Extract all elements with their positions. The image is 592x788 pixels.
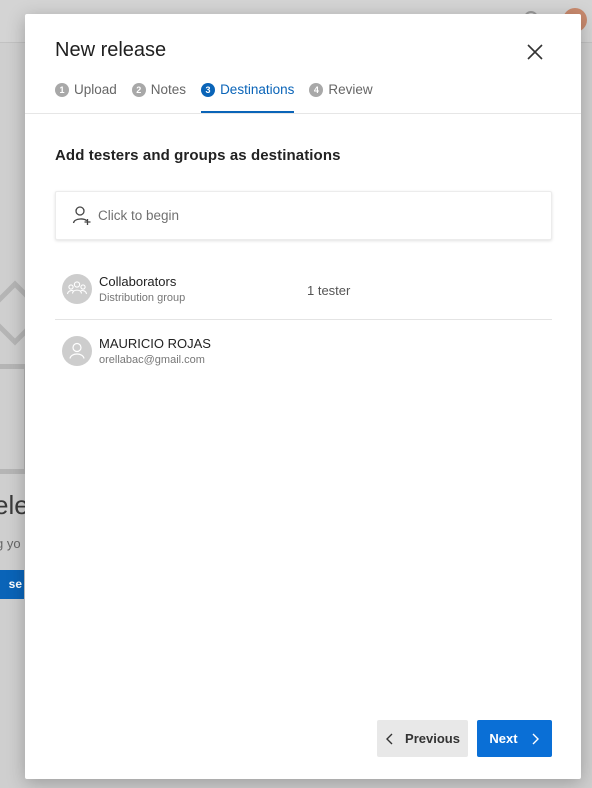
chevron-right-icon: [532, 733, 539, 744]
step-number: 2: [131, 83, 146, 97]
search-placeholder: Click to begin: [98, 208, 180, 223]
step-label: Notes: [150, 82, 187, 97]
destination-subtitle: orellabac@gmail.com: [99, 354, 205, 366]
destination-name: MAURICIO ROJAS: [99, 336, 211, 351]
destination-row[interactable]: MAURICIO ROJAS orellabac@gmail.com: [55, 321, 552, 381]
close-button[interactable]: [523, 40, 547, 64]
background-button: se: [0, 570, 24, 599]
person-icon: [69, 342, 85, 359]
background-subtitle: g yo: [0, 536, 21, 551]
step-destinations[interactable]: 3 Destinations: [201, 80, 295, 113]
step-notes[interactable]: 2 Notes: [131, 80, 187, 113]
person-avatar: [62, 336, 92, 366]
dialog-title: New release: [55, 39, 167, 61]
header-divider: [25, 113, 581, 114]
step-label: Upload: [74, 82, 117, 97]
step-number: 1: [55, 83, 69, 97]
chevron-left-icon: [386, 733, 393, 744]
next-label: Next: [489, 731, 518, 746]
next-button[interactable]: Next: [477, 720, 552, 757]
step-label: Destinations: [220, 82, 295, 97]
destination-tester-count: 1 tester: [307, 283, 351, 298]
step-upload[interactable]: 1 Upload: [55, 80, 117, 113]
wizard-steps: 1 Upload 2 Notes 3 Destinations 4 Review: [55, 80, 388, 113]
group-avatar: [62, 274, 92, 304]
previous-button[interactable]: Previous: [377, 720, 468, 757]
section-heading: Add testers and groups as destinations: [55, 147, 341, 164]
close-icon: [527, 44, 543, 60]
new-release-dialog: New release 1 Upload 2 Notes 3 Destinati…: [25, 14, 581, 779]
destination-name: Collaborators: [99, 274, 177, 289]
add-person-icon: [72, 206, 91, 225]
previous-label: Previous: [405, 731, 460, 746]
step-number: 3: [201, 83, 216, 97]
destination-row[interactable]: Collaborators Distribution group 1 teste…: [55, 259, 552, 320]
group-icon: [66, 281, 88, 295]
step-label: Review: [328, 82, 373, 97]
step-review[interactable]: 4 Review: [309, 80, 373, 113]
destination-search-input[interactable]: Click to begin: [55, 191, 552, 240]
step-number: 4: [309, 83, 324, 97]
destination-subtitle: Distribution group: [99, 292, 186, 304]
